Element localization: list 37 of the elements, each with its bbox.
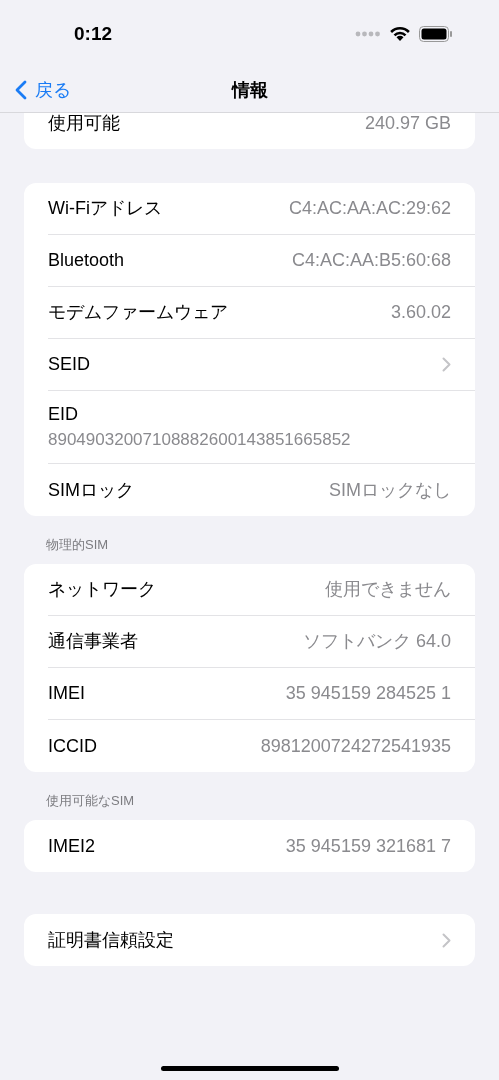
row-label: ネットワーク xyxy=(48,578,156,601)
status-time: 0:12 xyxy=(74,21,113,46)
list-row[interactable]: SEID xyxy=(48,339,475,391)
signal-icon xyxy=(355,31,381,37)
row-value: 240.97 GB xyxy=(364,113,451,135)
nav-title: 情報 xyxy=(231,78,268,102)
row-label: SEID xyxy=(48,353,90,376)
row-label: Bluetooth xyxy=(48,249,125,272)
row-label: EID xyxy=(48,403,79,426)
battery-icon xyxy=(419,26,453,42)
row-label: 使用可能 xyxy=(48,113,120,135)
row-label: Wi-Fiアドレス xyxy=(48,197,162,220)
chevron-icon xyxy=(442,357,451,372)
row-value: ソフトバンク 64.0 xyxy=(302,630,451,653)
row-value: 3.60.02 xyxy=(390,301,451,324)
back-chevron-icon xyxy=(14,80,27,100)
row-value: C4:AC:AA:B5:60:68 xyxy=(291,249,451,272)
row-value: C4:AC:AA:AC:29:62 xyxy=(288,197,451,220)
row-value: 使用できません xyxy=(325,578,451,601)
section-header: 物理的SIM xyxy=(46,537,109,552)
row-value: 8981200724272541935 xyxy=(260,734,451,758)
section-header: 使用可能なSIM xyxy=(46,793,135,808)
row-label: ICCID xyxy=(48,734,97,758)
row-value: 35 945159 321681 7 xyxy=(285,834,451,858)
row-value: SIMロックなし xyxy=(329,478,451,502)
row-value: 35 945159 284525 1 xyxy=(285,682,451,705)
row-label: IMEI xyxy=(48,682,85,705)
row-label: 証明書信頼設定 xyxy=(48,928,174,952)
back-button[interactable]: 戻る xyxy=(0,76,71,104)
chevron-icon xyxy=(442,932,451,948)
list-row[interactable]: 証明書信頼設定 xyxy=(48,914,475,966)
row-label: SIMロック xyxy=(48,478,134,502)
wifi-icon xyxy=(389,26,411,42)
row-label: IMEI2 xyxy=(48,834,95,858)
row-label: モデムファームウェア xyxy=(48,301,228,324)
row-value: 89049032007108882600143851665852 xyxy=(48,429,352,451)
row-label: 通信事業者 xyxy=(48,630,138,653)
